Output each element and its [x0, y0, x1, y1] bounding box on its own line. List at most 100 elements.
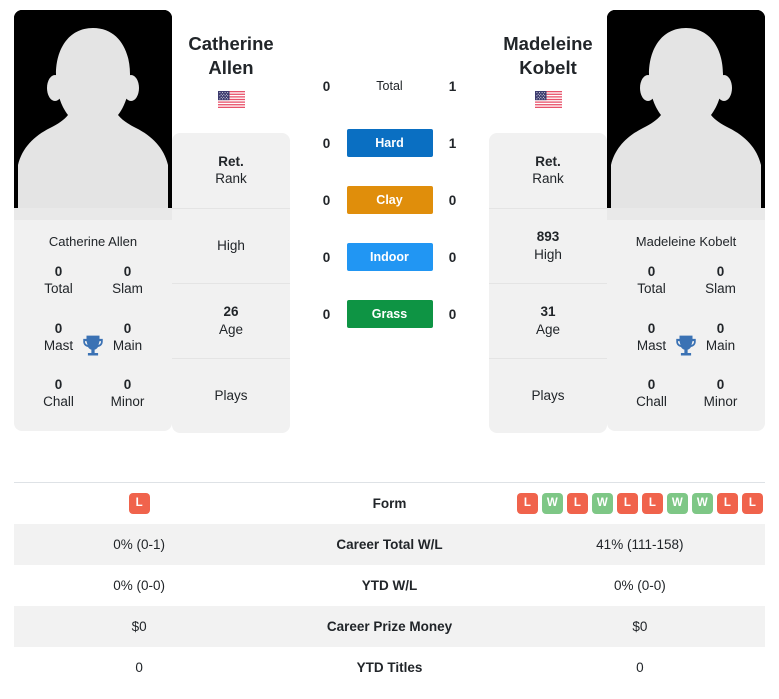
- surface-right-score: 0: [448, 192, 457, 208]
- us-flag-icon: [217, 90, 245, 108]
- left-player-card-name: Catherine Allen: [48, 234, 138, 249]
- surface-left-score: 0: [322, 78, 331, 94]
- form-badge-loss: L: [128, 492, 150, 514]
- title-label: Minor: [703, 394, 738, 410]
- info-row-high: 893 High: [489, 207, 607, 283]
- title-count: 0: [716, 264, 725, 279]
- title-count: 0: [123, 264, 132, 279]
- title-count: 0: [123, 377, 132, 393]
- info-label: Age: [535, 321, 561, 337]
- info-value: 26: [223, 304, 239, 320]
- right-value: 41% (111-158): [596, 536, 684, 552]
- info-row-plays: Plays: [172, 357, 290, 433]
- left-form-cell: L: [14, 483, 264, 524]
- info-row-rank: Ret. Rank: [489, 133, 607, 208]
- right-value: 0: [636, 659, 644, 675]
- trophy-icon: [673, 333, 699, 359]
- right-player-last-name: Kobelt: [519, 57, 577, 79]
- title-label: Slam: [112, 281, 143, 297]
- surface-left-score: 0: [322, 249, 331, 265]
- title-count: 0: [716, 377, 725, 393]
- info-label: High: [217, 238, 245, 254]
- title-count: 0: [647, 264, 656, 279]
- left-player-head: Catherine Allen Ret. Rank High 26 Age Pl…: [172, 10, 290, 433]
- row-label-ytd-wl: YTD W/L: [361, 577, 418, 593]
- info-row-age: 26 Age: [172, 282, 290, 358]
- right-player-first-name: Madeleine: [503, 33, 593, 54]
- comparison-table: L Form LWLWLLWWLL 0% (0-1) Career Total …: [14, 482, 765, 688]
- right-player-photo: [607, 10, 765, 220]
- info-label: High: [534, 246, 562, 262]
- info-label: Rank: [215, 171, 247, 187]
- left-value: 0% (0-1): [113, 536, 166, 552]
- form-badge-loss: L: [641, 492, 663, 514]
- info-label: Rank: [532, 171, 564, 187]
- surface-right-score: 1: [448, 135, 457, 151]
- surface-row-grass: 0 Grass 0: [290, 300, 489, 328]
- row-label-career-prize-money: Career Prize Money: [326, 618, 453, 634]
- title-count: 0: [54, 377, 63, 393]
- left-player-card: Catherine Allen 0 Total 0 Slam 0 Mast 0 …: [14, 10, 172, 431]
- trophy-icon: [80, 333, 106, 359]
- surface-badge-clay[interactable]: Clay: [346, 186, 433, 214]
- right-player-head: Madeleine Kobelt Ret. Rank 893 High 31 A…: [489, 10, 607, 433]
- form-badge-win: W: [541, 492, 563, 514]
- surface-left-score: 0: [322, 306, 331, 322]
- title-cell-minor: 0 Minor: [93, 376, 162, 411]
- left-player-titles-grid: 0 Total 0 Slam 0 Mast 0 Main 0 Chall 0 M…: [14, 261, 172, 431]
- info-label: Plays: [214, 388, 248, 404]
- us-flag-icon: [534, 90, 562, 108]
- title-count: 0: [647, 377, 656, 393]
- info-value: Ret.: [218, 153, 244, 169]
- info-label: Age: [218, 321, 244, 337]
- title-label: Slam: [705, 281, 736, 297]
- row-label-form: Form: [372, 495, 407, 511]
- table-row-career-total-wl: 0% (0-1) Career Total W/L 41% (111-158): [14, 523, 765, 565]
- left-player-first-name: Catherine: [188, 33, 274, 54]
- title-label: Chall: [636, 394, 667, 410]
- surface-label-total: Total: [376, 79, 403, 93]
- table-row-ytd-titles: 0 YTD Titles 0: [14, 647, 765, 688]
- surface-badge-hard[interactable]: Hard: [346, 129, 433, 157]
- surface-head-to-head: 0 Total 1 0 Hard 1 0 Clay 0 0 Indoor 0 0: [290, 10, 489, 328]
- title-cell-total: 0 Total: [24, 263, 93, 298]
- head-to-head-comparison-page: Catherine Allen 0 Total 0 Slam 0 Mast 0 …: [0, 0, 779, 699]
- left-player-last-name: Allen: [208, 57, 254, 79]
- left-player-info-card: Ret. Rank High 26 Age Plays: [172, 132, 290, 433]
- surface-right-score: 0: [448, 249, 457, 265]
- info-label: Plays: [531, 388, 565, 404]
- form-badge-win: W: [691, 492, 713, 514]
- info-value: 31: [540, 304, 556, 320]
- left-value: 0: [135, 659, 143, 675]
- surface-badge-grass[interactable]: Grass: [346, 300, 433, 328]
- form-badge-loss: L: [741, 492, 763, 514]
- right-form-strip: LWLWLLWWLL: [515, 492, 765, 514]
- left-value: $0: [131, 618, 147, 634]
- title-cell-chall: 0 Chall: [24, 376, 93, 411]
- title-label: Chall: [43, 394, 74, 410]
- table-row-form: L Form LWLWLLWWLL: [14, 483, 765, 524]
- title-label: Total: [637, 281, 666, 297]
- form-badge-loss: L: [566, 492, 588, 514]
- right-value: $0: [632, 618, 648, 634]
- surface-badge-indoor[interactable]: Indoor: [346, 243, 433, 271]
- title-cell-total: 0 Total: [617, 263, 686, 298]
- form-badge-loss: L: [516, 492, 538, 514]
- surface-row-total: 0 Total 1: [290, 72, 489, 100]
- surface-right-score: 0: [448, 306, 457, 322]
- table-row-ytd-wl: 0% (0-0) YTD W/L 0% (0-0): [14, 565, 765, 606]
- left-player-name: Catherine Allen: [188, 32, 273, 81]
- table-row-career-prize-money: $0 Career Prize Money $0: [14, 605, 765, 647]
- info-row-plays: Plays: [489, 357, 607, 433]
- left-player-photo: [14, 10, 172, 220]
- players-comparison-top: Catherine Allen 0 Total 0 Slam 0 Mast 0 …: [0, 0, 779, 470]
- right-player-card-name: Madeleine Kobelt: [635, 234, 737, 249]
- row-label-career-total-wl: Career Total W/L: [336, 536, 443, 552]
- title-count: 0: [54, 264, 63, 279]
- right-player-card: Madeleine Kobelt 0 Total 0 Slam 0 Mast 0…: [607, 10, 765, 431]
- info-row-high: High: [172, 207, 290, 283]
- right-player-info-card: Ret. Rank 893 High 31 Age Plays: [489, 132, 607, 433]
- surface-right-score: 1: [448, 78, 457, 94]
- right-player-name: Madeleine Kobelt: [503, 32, 592, 81]
- row-label-ytd-titles: YTD Titles: [356, 659, 423, 675]
